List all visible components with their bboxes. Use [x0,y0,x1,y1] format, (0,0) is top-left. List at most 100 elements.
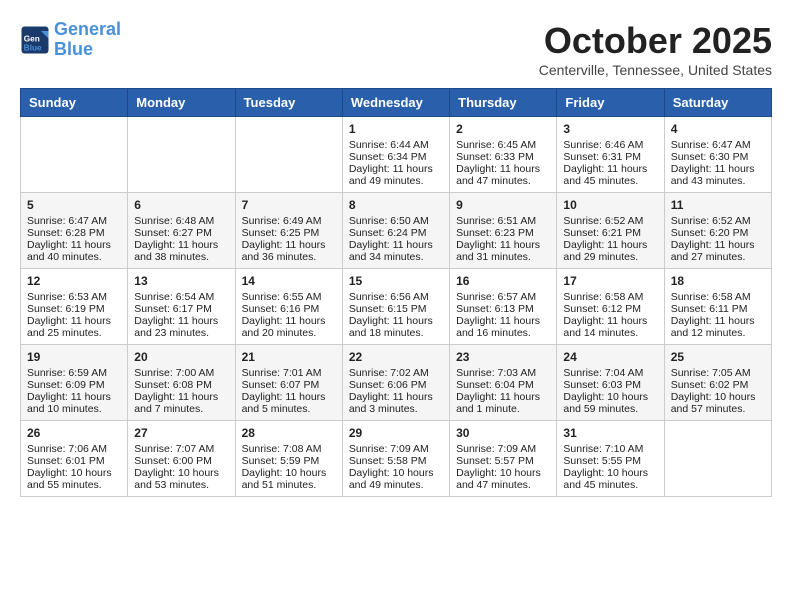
day-number: 28 [242,426,336,440]
calendar-cell: 18Sunrise: 6:58 AMSunset: 6:11 PMDayligh… [664,269,771,345]
day-number: 16 [456,274,550,288]
day-info: Sunset: 6:20 PM [671,227,765,239]
day-number: 1 [349,122,443,136]
day-info: Sunset: 6:17 PM [134,303,228,315]
weekday-header-row: SundayMondayTuesdayWednesdayThursdayFrid… [21,89,772,117]
calendar-cell [21,117,128,193]
calendar-cell: 24Sunrise: 7:04 AMSunset: 6:03 PMDayligh… [557,345,664,421]
day-info: Daylight: 11 hours and 27 minutes. [671,239,765,263]
calendar-cell [128,117,235,193]
day-info: Sunset: 5:55 PM [563,455,657,467]
day-info: Sunrise: 7:09 AM [456,443,550,455]
week-row-5: 26Sunrise: 7:06 AMSunset: 6:01 PMDayligh… [21,421,772,497]
day-info: Daylight: 11 hours and 36 minutes. [242,239,336,263]
day-info: Sunrise: 7:07 AM [134,443,228,455]
day-info: Daylight: 11 hours and 23 minutes. [134,315,228,339]
weekday-header-thursday: Thursday [450,89,557,117]
day-info: Sunset: 6:03 PM [563,379,657,391]
day-info: Sunrise: 7:00 AM [134,367,228,379]
day-info: Daylight: 11 hours and 12 minutes. [671,315,765,339]
month-title: October 2025 [539,20,772,62]
day-info: Daylight: 11 hours and 16 minutes. [456,315,550,339]
calendar-cell: 20Sunrise: 7:00 AMSunset: 6:08 PMDayligh… [128,345,235,421]
day-info: Sunrise: 6:47 AM [671,139,765,151]
week-row-4: 19Sunrise: 6:59 AMSunset: 6:09 PMDayligh… [21,345,772,421]
day-info: Sunrise: 7:10 AM [563,443,657,455]
day-info: Daylight: 10 hours and 55 minutes. [27,467,121,491]
day-info: Sunrise: 7:01 AM [242,367,336,379]
day-number: 4 [671,122,765,136]
day-number: 31 [563,426,657,440]
day-info: Sunrise: 7:08 AM [242,443,336,455]
day-info: Sunrise: 6:59 AM [27,367,121,379]
day-info: Daylight: 10 hours and 57 minutes. [671,391,765,415]
day-info: Daylight: 10 hours and 51 minutes. [242,467,336,491]
calendar-cell: 4Sunrise: 6:47 AMSunset: 6:30 PMDaylight… [664,117,771,193]
week-row-1: 1Sunrise: 6:44 AMSunset: 6:34 PMDaylight… [21,117,772,193]
day-info: Sunrise: 6:56 AM [349,291,443,303]
day-info: Sunrise: 6:54 AM [134,291,228,303]
calendar-cell: 29Sunrise: 7:09 AMSunset: 5:58 PMDayligh… [342,421,449,497]
calendar-cell: 23Sunrise: 7:03 AMSunset: 6:04 PMDayligh… [450,345,557,421]
location: Centerville, Tennessee, United States [539,62,772,78]
page-header: Gen Blue GeneralBlue October 2025 Center… [20,20,772,78]
calendar-cell: 6Sunrise: 6:48 AMSunset: 6:27 PMDaylight… [128,193,235,269]
calendar-cell: 1Sunrise: 6:44 AMSunset: 6:34 PMDaylight… [342,117,449,193]
weekday-header-tuesday: Tuesday [235,89,342,117]
day-info: Sunrise: 6:48 AM [134,215,228,227]
day-number: 21 [242,350,336,364]
day-number: 17 [563,274,657,288]
logo: Gen Blue GeneralBlue [20,20,121,60]
calendar-cell: 13 Sunrise: 6:54 AMSunset: 6:17 PMDayligh… [128,269,235,345]
day-info: Sunrise: 6:47 AM [27,215,121,227]
calendar-cell: 9Sunrise: 6:51 AMSunset: 6:23 PMDaylight… [450,193,557,269]
svg-text:Blue: Blue [24,43,42,52]
day-info: Sunrise: 6:55 AM [242,291,336,303]
weekday-header-wednesday: Wednesday [342,89,449,117]
day-info: Sunrise: 7:06 AM [27,443,121,455]
calendar-cell: 14Sunrise: 6:55 AMSunset: 6:16 PMDayligh… [235,269,342,345]
day-info: Daylight: 11 hours and 5 minutes. [242,391,336,415]
day-info: Sunrise: 6:49 AM [242,215,336,227]
day-number: 8 [349,198,443,212]
day-number: 13 [134,274,228,288]
day-info: Sunrise: 6:50 AM [349,215,443,227]
calendar-cell: 25Sunrise: 7:05 AMSunset: 6:02 PMDayligh… [664,345,771,421]
day-info: Sunrise: 7:05 AM [671,367,765,379]
day-info: Daylight: 11 hours and 38 minutes. [134,239,228,263]
day-info: Sunrise: 6:52 AM [563,215,657,227]
day-number: 30 [456,426,550,440]
calendar-cell: 17Sunrise: 6:58 AMSunset: 6:12 PMDayligh… [557,269,664,345]
day-info: Daylight: 11 hours and 40 minutes. [27,239,121,263]
day-info: Sunrise: 6:57 AM [456,291,550,303]
day-number: 15 [349,274,443,288]
day-info: Sunrise: 6:44 AM [349,139,443,151]
day-number: 2 [456,122,550,136]
day-number: 6 [134,198,228,212]
day-info: Daylight: 11 hours and 18 minutes. [349,315,443,339]
day-number: 5 [27,198,121,212]
calendar-cell [235,117,342,193]
calendar-cell: 11Sunrise: 6:52 AMSunset: 6:20 PMDayligh… [664,193,771,269]
day-number: 22 [349,350,443,364]
calendar-cell: 26Sunrise: 7:06 AMSunset: 6:01 PMDayligh… [21,421,128,497]
day-info: Sunset: 6:16 PM [242,303,336,315]
day-info: Sunset: 6:07 PM [242,379,336,391]
logo-icon: Gen Blue [20,25,50,55]
weekday-header-monday: Monday [128,89,235,117]
day-number: 25 [671,350,765,364]
calendar-cell: 28Sunrise: 7:08 AMSunset: 5:59 PMDayligh… [235,421,342,497]
day-number: 12 [27,274,121,288]
day-number: 26 [27,426,121,440]
weekday-header-sunday: Sunday [21,89,128,117]
day-number: 10 [563,198,657,212]
day-info: Sunset: 6:31 PM [563,151,657,163]
day-info: Sunrise: 7:04 AM [563,367,657,379]
calendar-cell: 21 Sunrise: 7:01 AMSunset: 6:07 PMDayligh… [235,345,342,421]
day-info: Sunrise: 6:51 AM [456,215,550,227]
calendar-cell: 5Sunrise: 6:47 AMSunset: 6:28 PMDaylight… [21,193,128,269]
calendar-cell: 2Sunrise: 6:45 AMSunset: 6:33 PMDaylight… [450,117,557,193]
calendar-cell: 3Sunrise: 6:46 AMSunset: 6:31 PMDaylight… [557,117,664,193]
day-number: 19 [27,350,121,364]
weekday-header-friday: Friday [557,89,664,117]
